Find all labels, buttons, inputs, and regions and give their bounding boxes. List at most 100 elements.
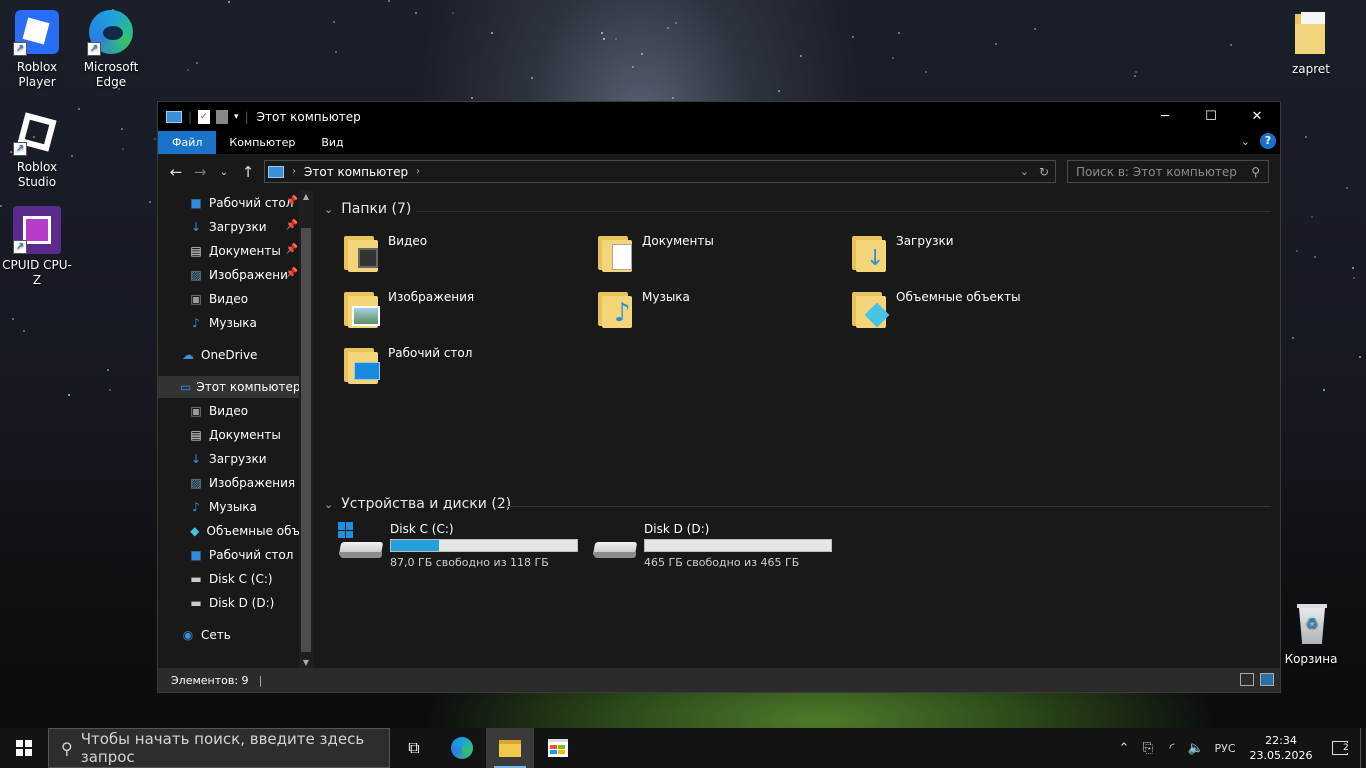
- folder-item[interactable]: Объемные объекты: [850, 288, 1090, 336]
- folder-item[interactable]: Рабочий стол: [342, 344, 582, 392]
- sidebar-item[interactable]: ▭ Этот компьютер: [158, 376, 301, 398]
- refresh-icon[interactable]: ↻: [1039, 165, 1049, 179]
- breadcrumb-this-pc[interactable]: Этот компьютер: [304, 165, 408, 179]
- sidebar-item[interactable]: ↓ Загрузки 📌: [158, 216, 300, 238]
- scrollbar-thumb[interactable]: [301, 228, 311, 652]
- show-hidden-icons-chevron-icon[interactable]: ⌃: [1112, 741, 1136, 756]
- documents-icon: ▤: [190, 244, 202, 258]
- forward-button[interactable]: →: [188, 163, 212, 181]
- sidebar-item[interactable]: ▨ Изображения: [158, 472, 300, 494]
- language-indicator[interactable]: РУС: [1208, 742, 1242, 755]
- drives-group-header[interactable]: ⌄ Устройства и диски (2): [324, 496, 511, 512]
- desktop-icon-edge[interactable]: ↗ Microsoft Edge: [74, 8, 148, 90]
- sidebar-item[interactable]: ◆ Объемные объ: [158, 520, 300, 542]
- show-desktop-button[interactable]: [1360, 728, 1366, 768]
- taskbar-file-explorer[interactable]: [486, 728, 534, 768]
- drives-header-label: Устройства и диски (2): [341, 496, 512, 512]
- tab-view[interactable]: Вид: [308, 131, 356, 154]
- new-folder-icon[interactable]: [216, 109, 229, 124]
- notifications-button[interactable]: 2: [1320, 741, 1360, 755]
- sidebar-item-label: Загрузки: [209, 452, 267, 466]
- back-button[interactable]: ←: [164, 163, 188, 181]
- search-input[interactable]: Поиск в: Этот компьютер ⚲: [1067, 160, 1269, 183]
- this-pc-icon: [268, 165, 284, 178]
- folder-item[interactable]: ↓ Загрузки: [850, 232, 1090, 280]
- address-dropdown-icon[interactable]: ⌄: [1020, 165, 1029, 178]
- tab-file[interactable]: Файл: [158, 131, 217, 154]
- taskbar-edge[interactable]: [438, 728, 486, 768]
- drive-item[interactable]: Disk D (D:) 465 ГБ свободно из 465 ГБ: [592, 522, 842, 572]
- sidebar-item[interactable]: ▬ Disk C (C:): [158, 568, 300, 590]
- expand-ribbon-chevron-icon[interactable]: ⌄: [1241, 135, 1250, 148]
- breadcrumb-chevron-icon[interactable]: ›: [292, 166, 296, 177]
- star: [601, 31, 604, 34]
- roblox-studio-icon: ↗: [13, 108, 61, 156]
- folder-item[interactable]: ♪ Музыка: [596, 288, 836, 336]
- sidebar-item-label: Документы: [209, 428, 281, 442]
- pin-icon: 📌: [285, 220, 298, 231]
- sidebar-item[interactable]: ↓ Загрузки: [158, 448, 300, 470]
- customize-toolbar-icon[interactable]: ▾: [234, 112, 239, 122]
- sidebar-item[interactable]: ▣ Видео: [158, 400, 300, 422]
- tab-computer[interactable]: Компьютер: [216, 131, 308, 154]
- taskbar-store[interactable]: [534, 728, 582, 768]
- folders-group-header[interactable]: ⌄ Папки (7): [324, 201, 411, 217]
- sidebar-item[interactable]: ▣ Видео: [158, 288, 300, 310]
- star: [77, 107, 80, 110]
- sidebar-item-label: Музыка: [209, 316, 257, 330]
- sidebar-item[interactable]: ▤ Документы: [158, 424, 300, 446]
- star: [1229, 44, 1232, 47]
- drive-c-icon: ▬: [190, 572, 202, 586]
- sidebar-item[interactable]: ▬ Disk D (D:): [158, 592, 300, 614]
- sidebar-item[interactable]: ♪ Музыка: [158, 312, 300, 334]
- navigation-scrollbar[interactable]: ▲ ▼: [299, 190, 313, 669]
- volume-icon[interactable]: 🔈: [1184, 741, 1208, 756]
- desktop-icon-roblox-player[interactable]: ↗ Roblox Player: [0, 8, 74, 90]
- up-button[interactable]: ↑: [236, 163, 260, 181]
- taskbar-search-input[interactable]: ⚲ Чтобы начать поиск, введите здесь запр…: [48, 728, 390, 768]
- minimize-button[interactable]: ─: [1142, 102, 1188, 131]
- this-pc-icon: [166, 110, 182, 123]
- folder-item[interactable]: Документы: [596, 232, 836, 280]
- star: [1292, 337, 1295, 340]
- desktop-icon-zapret[interactable]: zapret: [1274, 10, 1348, 77]
- search-placeholder: Поиск в: Этот компьютер: [1076, 164, 1237, 179]
- close-button[interactable]: ✕: [1234, 102, 1280, 131]
- star: [898, 32, 901, 35]
- sidebar-item[interactable]: ♪ Музыка: [158, 496, 300, 518]
- task-view-button[interactable]: ⧉: [390, 728, 438, 768]
- start-button[interactable]: [0, 728, 48, 768]
- desktop-icon-recycle-bin[interactable]: ♻ Корзина: [1274, 600, 1348, 667]
- breadcrumb-chevron-icon[interactable]: ›: [416, 166, 420, 177]
- folder-pictures-icon: [342, 288, 382, 328]
- help-icon[interactable]: ?: [1260, 133, 1276, 149]
- properties-icon[interactable]: ✓: [198, 109, 211, 124]
- folder-item[interactable]: Видео: [342, 232, 582, 280]
- sidebar-item[interactable]: ☁ OneDrive: [158, 344, 300, 366]
- clock-time: 22:34: [1265, 734, 1297, 747]
- drive-name: Disk D (D:): [644, 522, 710, 536]
- desktop-icon-cpuz[interactable]: ↗ CPUID CPU-Z: [0, 206, 74, 288]
- details-view-icon[interactable]: [1240, 673, 1254, 686]
- large-icons-view-icon[interactable]: [1260, 673, 1274, 686]
- desktop-icon-roblox-studio[interactable]: ↗ Roblox Studio: [0, 108, 74, 190]
- star: [332, 21, 335, 24]
- sidebar-item[interactable]: ▤ Документы 📌: [158, 240, 300, 262]
- folder-label: Музыка: [642, 290, 690, 304]
- clock[interactable]: 22:34 23.05.2026: [1242, 733, 1320, 763]
- recent-locations-button[interactable]: ⌄: [212, 167, 236, 178]
- maximize-button[interactable]: ☐: [1188, 102, 1234, 131]
- address-bar[interactable]: › Этот компьютер › ⌄ ↻: [264, 160, 1056, 183]
- meet-now-icon[interactable]: ⎘: [1136, 741, 1160, 756]
- sidebar-item[interactable]: ■ Рабочий стол: [158, 544, 300, 566]
- sidebar-item[interactable]: ■ Рабочий стол 📌: [158, 192, 300, 214]
- sidebar-item[interactable]: ▨ Изображени 📌: [158, 264, 300, 286]
- network-icon[interactable]: ◜: [1160, 741, 1184, 756]
- drive-item[interactable]: Disk C (C:) 87,0 ГБ свободно из 118 ГБ: [338, 522, 588, 572]
- star: [1358, 356, 1361, 359]
- sidebar-item[interactable]: ◉ Сеть: [158, 624, 300, 646]
- star: [1322, 389, 1325, 392]
- folder-item[interactable]: Изображения: [342, 288, 582, 336]
- star: [1346, 187, 1349, 190]
- video-icon: ▣: [190, 404, 202, 418]
